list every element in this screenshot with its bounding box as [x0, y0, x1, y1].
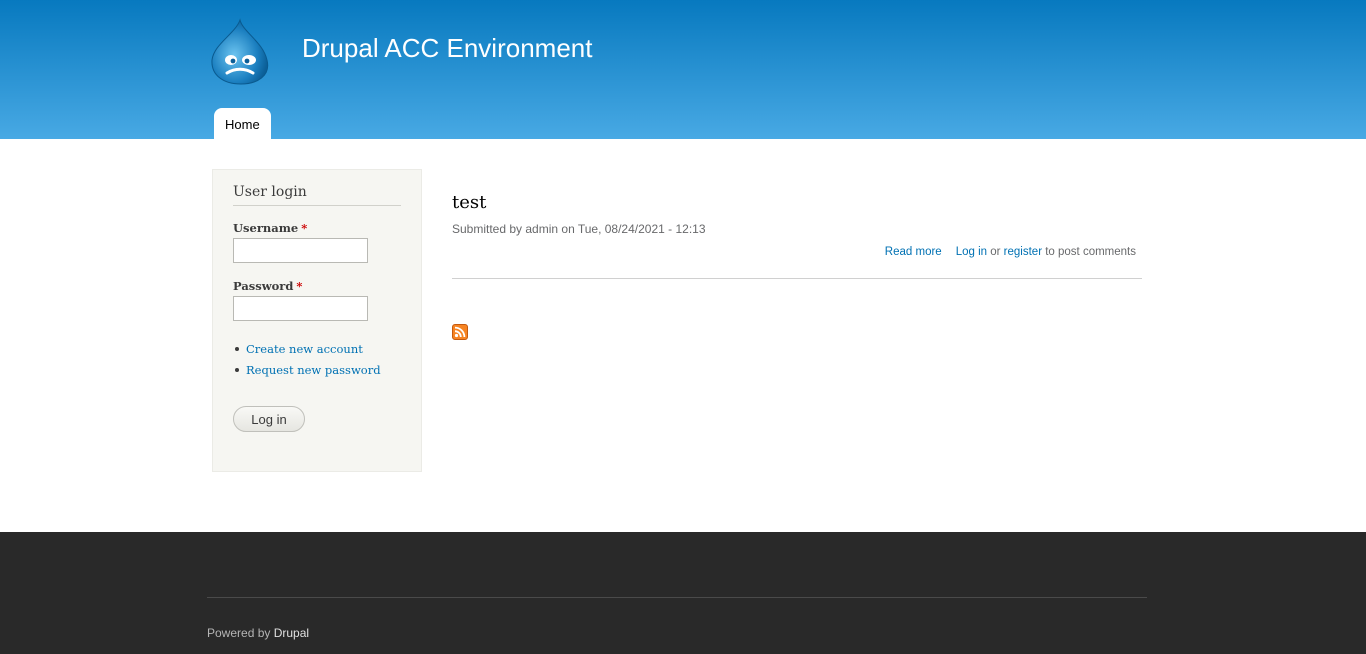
node-submitted-info: Submitted by admin on Tue, 08/24/2021 - … [452, 222, 706, 236]
node-title-link[interactable]: test [452, 192, 486, 213]
drupal-logo-icon [211, 18, 269, 85]
username-required-marker: * [301, 221, 308, 235]
comment-register-link[interactable]: register [1004, 246, 1042, 258]
main-menu-item-home[interactable]: Home [214, 108, 271, 139]
username-label-text: Username [233, 221, 299, 235]
request-new-password-link[interactable]: Request new password [246, 363, 381, 377]
or-text: or [990, 246, 1001, 258]
password-label-text: Password [233, 279, 294, 293]
username-input[interactable] [233, 238, 368, 263]
user-login-block-title: User login [233, 184, 401, 206]
password-input[interactable] [233, 296, 368, 321]
password-required-marker: * [296, 279, 303, 293]
comment-login-link[interactable]: Log in [956, 246, 987, 258]
powered-by-text: Powered by Drupal [207, 626, 309, 640]
rss-feed-link[interactable] [452, 324, 468, 340]
drupal-link[interactable]: Drupal [274, 626, 309, 640]
site-header: Drupal ACC Environment Home [0, 0, 1366, 139]
site-footer: Powered by Drupal [0, 532, 1366, 654]
log-in-button[interactable]: Log in [233, 406, 305, 432]
main-menu: Home [214, 108, 271, 139]
password-label: Password * [233, 279, 302, 293]
rss-feed-icon [452, 324, 468, 340]
username-label: Username * [233, 221, 307, 235]
site-name-link[interactable]: Drupal ACC Environment [302, 33, 592, 64]
node-links: Read more Log in or register to post comm… [885, 246, 1136, 258]
read-more-link[interactable]: Read more [885, 246, 942, 258]
bullet-icon [235, 347, 239, 351]
node-separator [452, 278, 1142, 279]
user-links-list: Create new account Request new password [233, 340, 381, 382]
powered-by-prefix: Powered by [207, 626, 271, 640]
footer-separator [207, 597, 1147, 598]
list-item: Request new password [233, 361, 381, 382]
bullet-icon [235, 368, 239, 372]
post-comments-text: to post comments [1045, 246, 1136, 258]
list-item: Create new account [233, 340, 381, 361]
user-login-block: User login Username * Password * Create ne… [212, 169, 422, 472]
create-new-account-link[interactable]: Create new account [246, 342, 363, 356]
